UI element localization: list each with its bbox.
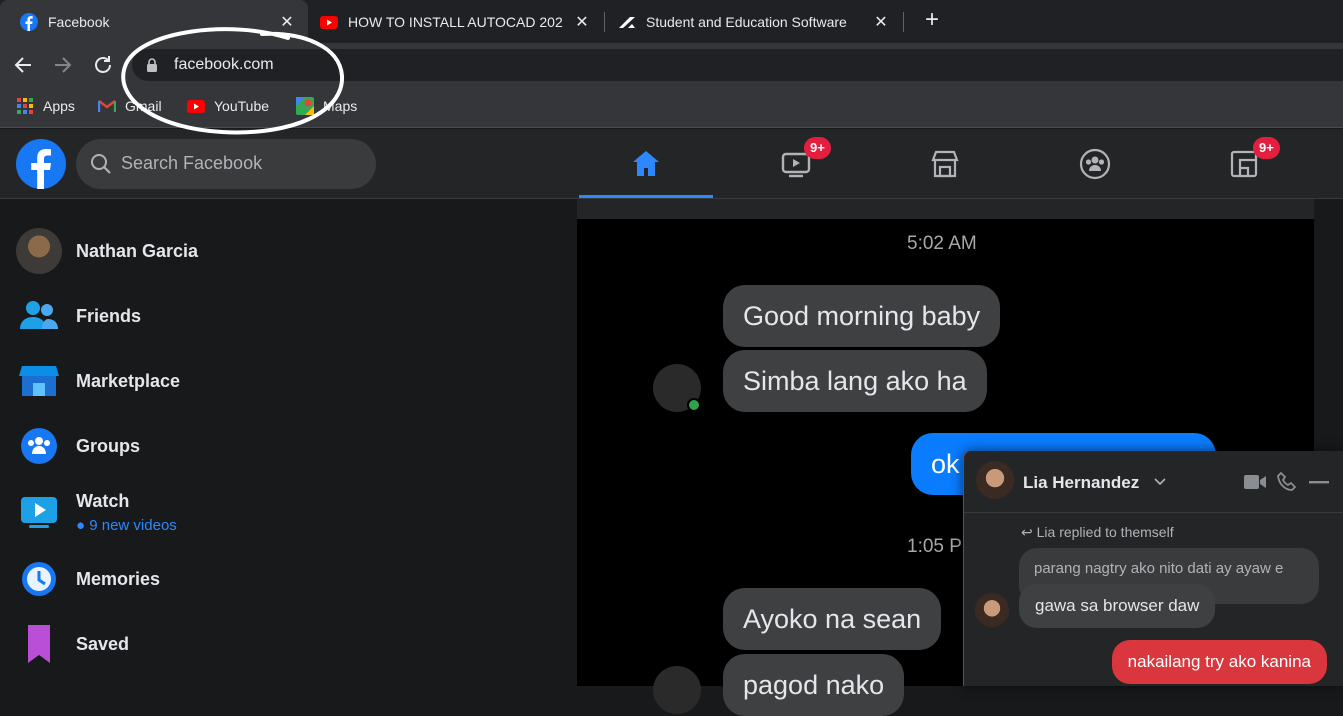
nav-marketplace[interactable] [878, 129, 1012, 198]
sidebar-item-marketplace[interactable]: Marketplace [0, 351, 577, 411]
forward-arrow-icon[interactable] [50, 52, 76, 78]
bookmark-apps[interactable]: Apps [16, 96, 75, 116]
home-icon [633, 151, 659, 176]
tab-title: Student and Education Software [646, 13, 847, 30]
nav-watch[interactable]: 9+ [729, 129, 863, 198]
watch-new-videos-count: ● 9 new videos [76, 517, 177, 534]
search-facebook-input[interactable]: Search Facebook [76, 139, 376, 189]
message-timestamp: 1:05 P [907, 536, 962, 557]
new-tab-button[interactable]: + [920, 8, 944, 32]
watch-icon [21, 497, 57, 528]
sidebar-item-label: Saved [76, 634, 130, 654]
close-tab-icon[interactable]: ✕ [573, 12, 591, 32]
contact-avatar [976, 461, 1014, 499]
chat-message: nakailang try ako kanina [1111, 640, 1327, 684]
post-header-strip [577, 199, 1314, 219]
marketplace-icon [931, 150, 959, 178]
facebook-logo-icon[interactable] [16, 139, 66, 189]
contact-name: Lia Hernandez [1023, 473, 1140, 492]
message-bubble: pagod nako [723, 654, 905, 716]
sidebar-item-memories[interactable]: Memories [0, 549, 577, 609]
close-tab-icon[interactable]: ✕ [278, 12, 296, 32]
watch-sub-label: 9 new videos [89, 517, 177, 534]
saved-icon [28, 625, 50, 663]
message-timestamp: 5:02 AM [907, 233, 977, 254]
sidebar-item-friends[interactable]: Friends [0, 286, 577, 346]
chevron-down-icon[interactable] [1154, 477, 1166, 487]
lock-icon [147, 58, 157, 72]
bookmark-label: Maps [323, 98, 358, 114]
gaming-notification-badge: 9+ [1253, 137, 1280, 159]
phone-icon[interactable] [1276, 471, 1298, 493]
reply-note: ↩ Lia replied to themself [1021, 524, 1174, 540]
minimize-icon[interactable] [1309, 480, 1329, 484]
bookmark-gmail[interactable]: Gmail [98, 96, 162, 116]
address-bar[interactable]: facebook.com [132, 49, 1343, 81]
bookmark-youtube[interactable]: YouTube [187, 96, 269, 116]
left-sidebar: Nathan Garcia Friends Marketplace Groups… [0, 199, 577, 686]
memories-icon [22, 562, 56, 596]
bookmark-maps[interactable]: Maps [296, 96, 357, 116]
marketplace-icon [19, 366, 59, 396]
url-text: facebook.com [174, 56, 274, 73]
profile-avatar [16, 228, 62, 274]
sidebar-item-watch[interactable]: Watch ● 9 new videos [0, 481, 577, 541]
search-icon [91, 154, 111, 174]
tab-facebook[interactable]: Facebook ✕ [0, 0, 308, 43]
tab-youtube[interactable]: HOW TO INSTALL AUTOCAD 202 ✕ [300, 0, 603, 43]
sidebar-item-profile[interactable]: Nathan Garcia [0, 221, 577, 281]
sidebar-item-label: Marketplace [76, 371, 181, 391]
autodesk-icon [619, 16, 635, 28]
reply-note-text: Lia replied to themself [1036, 524, 1174, 540]
close-tab-icon[interactable]: ✕ [872, 12, 890, 32]
facebook-icon [20, 12, 38, 31]
sidebar-item-saved[interactable]: Saved [0, 614, 577, 674]
contact-avatar [975, 593, 1009, 627]
groups-icon [21, 428, 57, 464]
message-bubble: Good morning baby [723, 285, 1001, 347]
facebook-top-bar: Search Facebook 9+ 9+ [0, 129, 1343, 199]
tab-separator [903, 12, 904, 32]
online-status-dot [687, 398, 701, 412]
nav-gaming[interactable]: 9+ [1177, 129, 1311, 198]
sidebar-item-groups[interactable]: Groups [0, 416, 577, 476]
chat-window: Lia Hernandez ↩ Lia replied to themself … [963, 451, 1343, 686]
sidebar-item-label: Friends [76, 306, 142, 326]
chat-message: gawa sa browser daw [1019, 584, 1216, 628]
bookmark-label: YouTube [214, 98, 270, 114]
browser-tab-bar: Facebook ✕ HOW TO INSTALL AUTOCAD 202 ✕ … [0, 0, 1343, 43]
sidebar-item-label: Nathan Garcia [76, 241, 199, 261]
bookmark-label: Gmail [125, 98, 162, 114]
search-placeholder: Search Facebook [121, 153, 263, 173]
message-bubble: Simba lang ako ha [723, 350, 987, 412]
apps-grid-icon [17, 98, 33, 114]
video-call-icon[interactable] [1243, 473, 1267, 491]
youtube-icon [187, 100, 205, 113]
gmail-icon [98, 100, 116, 112]
reload-icon[interactable] [90, 52, 116, 78]
tab-title: Facebook [48, 13, 110, 30]
chat-header[interactable]: Lia Hernandez [964, 451, 1343, 513]
groups-icon [1079, 148, 1111, 180]
maps-icon [296, 97, 314, 115]
watch-notification-badge: 9+ [804, 137, 831, 159]
browser-toolbar: facebook.com [0, 43, 1343, 86]
back-arrow-icon[interactable] [10, 52, 36, 78]
sender-avatar [653, 666, 701, 714]
sidebar-item-label: Groups [76, 436, 141, 456]
bookmarks-bar: Apps Gmail YouTube Maps [0, 86, 1343, 128]
nav-home[interactable] [579, 129, 713, 198]
friends-icon [20, 301, 58, 329]
youtube-icon [320, 15, 338, 29]
sidebar-item-label: Watch [76, 491, 130, 511]
sidebar-item-label: Memories [76, 569, 161, 589]
bookmark-label: Apps [43, 98, 75, 114]
message-bubble: Ayoko na sean [723, 588, 942, 650]
nav-groups[interactable] [1028, 129, 1162, 198]
tab-title: HOW TO INSTALL AUTOCAD 202 [348, 13, 563, 30]
tab-autodesk[interactable]: Student and Education Software ✕ [598, 0, 902, 43]
